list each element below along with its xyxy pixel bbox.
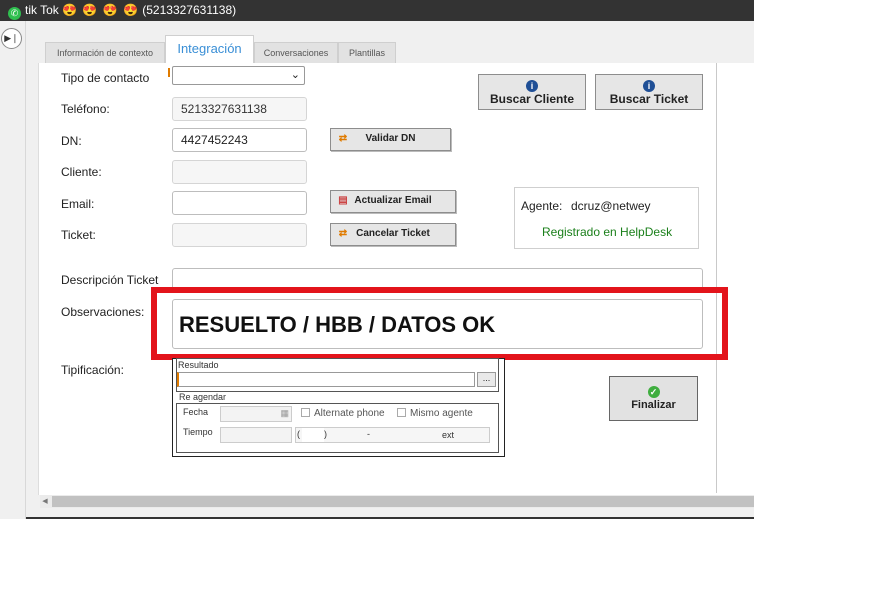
tab-label: Integración [177, 41, 242, 56]
tab-label: Plantillas [348, 48, 386, 58]
resultado-label: Resultado [178, 360, 219, 370]
validar-dn-button[interactable]: ⇄ Validar DN [330, 128, 451, 151]
cancelar-ticket-button[interactable]: ⇄ Cancelar Ticket [330, 223, 456, 246]
alternate-phone-checkbox[interactable] [301, 408, 310, 417]
dn-label: DN: [61, 134, 82, 148]
email-field[interactable] [172, 191, 307, 215]
phone-area-code[interactable] [302, 428, 324, 442]
button-label: Buscar Cliente [489, 92, 575, 106]
tab-label: Información de contexto [56, 48, 154, 58]
phone-dash: - [367, 429, 370, 439]
observaciones-label: Observaciones: [61, 305, 145, 319]
tab-informacion-contexto[interactable]: Información de contexto [45, 42, 165, 64]
info-icon: i [526, 80, 538, 92]
agent-info-box: Agente: dcruz@netwey Registrado en HelpD… [514, 187, 699, 249]
button-label: Buscar Ticket [609, 92, 689, 106]
reagendar-label: Re agendar [179, 392, 227, 402]
button-label: Finalizar [631, 399, 676, 411]
tipificacion-label: Tipificación: [61, 363, 124, 377]
telefono-label: Teléfono: [61, 102, 110, 116]
calendar-icon[interactable]: ▦ [280, 408, 289, 419]
scrollbar-thumb[interactable] [52, 496, 754, 507]
phone-open-paren: ( [297, 429, 300, 439]
mismo-agente-label: Mismo agente [410, 408, 473, 419]
tab-conversaciones[interactable]: Conversaciones [254, 42, 338, 64]
emoji-icons: 😍 😍 😍 😍 [62, 3, 139, 17]
phone-ext-label: ext [442, 430, 455, 440]
email-label: Email: [61, 197, 95, 211]
tab-label: Conversaciones [263, 48, 329, 58]
cliente-field[interactable] [172, 160, 307, 184]
alternate-phone-field[interactable]: ( ) - ext [295, 427, 490, 443]
tipo-contacto-label: Tipo de contacto [61, 71, 150, 85]
button-label: Validar DN [365, 133, 416, 144]
agent-label: Agente: [521, 199, 563, 213]
chat-title: tik Tok [25, 3, 59, 17]
chevron-down-icon: ⌄ [290, 69, 300, 81]
chat-phone: (5213327631138) [142, 3, 237, 17]
check-icon: ✓ [647, 386, 660, 398]
left-gutter [0, 21, 26, 519]
required-marker [168, 68, 170, 77]
finalizar-button[interactable]: ✓ Finalizar [609, 376, 698, 421]
button-label: Cancelar Ticket [356, 228, 430, 239]
tab-integracion[interactable]: Integración [165, 35, 254, 65]
whatsapp-icon: ✆ [8, 7, 21, 20]
resultado-browse-button[interactable]: ... [477, 372, 496, 387]
resultado-field[interactable] [177, 372, 475, 387]
expand-panel-icon[interactable]: ▶❘ [1, 28, 22, 49]
panel-divider [716, 63, 717, 493]
cliente-label: Cliente: [61, 165, 102, 179]
fecha-field[interactable]: ▦ [220, 406, 292, 422]
tiempo-field[interactable] [220, 427, 292, 443]
document-icon: ▤ [338, 195, 348, 206]
phone-close-paren: ) [324, 429, 327, 439]
window-titlebar: ✆ tik Tok 😍 😍 😍 😍 (5213327631138) [0, 0, 754, 21]
info-icon: i [643, 80, 655, 92]
descripcion-ticket-label: Descripción Ticket [61, 273, 159, 287]
actualizar-email-button[interactable]: ▤ Actualizar Email [330, 190, 456, 213]
highlight-box [151, 287, 728, 360]
button-label: Actualizar Email [354, 195, 432, 206]
fecha-label: Fecha [183, 407, 209, 417]
telefono-field[interactable]: 5213327631138 [172, 97, 307, 121]
buscar-cliente-button[interactable]: i Buscar Cliente [478, 74, 586, 110]
tiempo-label: Tiempo [183, 427, 213, 437]
alternate-phone-label: Alternate phone [314, 408, 385, 419]
helpdesk-status: Registrado en HelpDesk [542, 225, 673, 239]
scroll-left-icon[interactable]: ◀ [40, 496, 50, 507]
refresh-icon: ⇄ [338, 133, 348, 144]
dn-field[interactable]: 4427452243 [172, 128, 307, 152]
ticket-field[interactable] [172, 223, 307, 247]
agent-value: dcruz@netwey [571, 199, 651, 213]
refresh-icon: ⇄ [338, 228, 348, 239]
ticket-label: Ticket: [61, 228, 96, 242]
tipo-contacto-select[interactable]: ⌄ [172, 66, 305, 85]
mismo-agente-checkbox[interactable] [397, 408, 406, 417]
tab-plantillas[interactable]: Plantillas [338, 42, 396, 64]
buscar-ticket-button[interactable]: i Buscar Ticket [595, 74, 703, 110]
